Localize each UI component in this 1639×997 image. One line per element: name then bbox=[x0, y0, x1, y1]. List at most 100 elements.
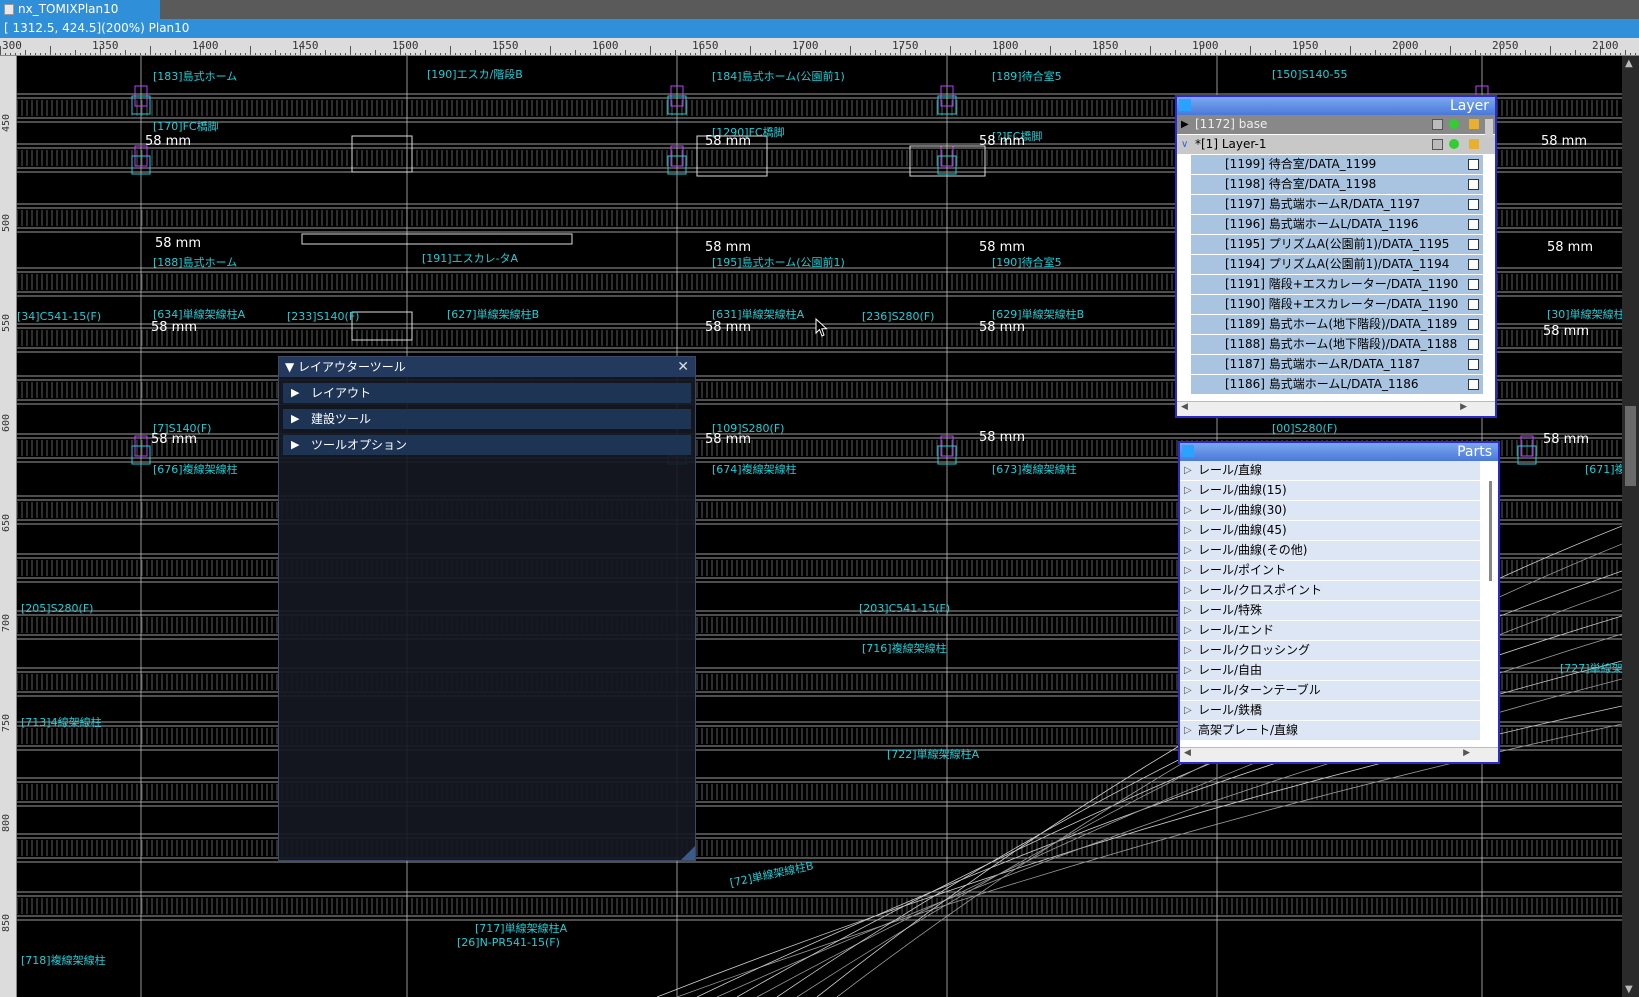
expand-arrow-icon[interactable]: ▷ bbox=[1184, 481, 1192, 500]
visibility-checkbox[interactable] bbox=[1468, 219, 1479, 230]
expand-arrow-icon[interactable]: ▶ bbox=[1181, 115, 1189, 134]
layer-item-row[interactable]: [1194] プリズムA(公園前1)/DATA_1194 bbox=[1191, 255, 1483, 275]
visibility-checkbox[interactable] bbox=[1468, 359, 1479, 370]
vertical-scrollbar[interactable]: ▲ ▼ bbox=[1622, 56, 1639, 997]
canvas-label: [716]複線架線柱 bbox=[862, 642, 947, 655]
parts-category-row[interactable]: ▷ レール/ポイント bbox=[1180, 561, 1480, 581]
parts-category-label: レール/クロスポイント bbox=[1198, 583, 1323, 597]
visibility-toggle-icon[interactable] bbox=[1432, 119, 1443, 130]
parts-category-row[interactable]: ▷ レール/クロッシング bbox=[1180, 641, 1480, 661]
visibility-checkbox[interactable] bbox=[1468, 279, 1479, 290]
parts-category-row[interactable]: ▷ 高架プレート/直線 bbox=[1180, 721, 1480, 741]
expand-arrow-icon[interactable]: ▷ bbox=[1184, 701, 1192, 720]
document-tab[interactable]: nx_TOMIXPlan10 bbox=[0, 0, 160, 19]
parts-category-row[interactable]: ▷ レール/ターンテーブル bbox=[1180, 681, 1480, 701]
ruler-label: 2050 bbox=[1492, 39, 1519, 52]
section-tool-options[interactable]: ▶ ツールオプション bbox=[283, 435, 691, 455]
scroll-down-icon[interactable]: ▼ bbox=[1625, 984, 1633, 995]
parts-category-row[interactable]: ▷ レール/クロスポイント bbox=[1180, 581, 1480, 601]
expand-arrow-icon[interactable]: ▷ bbox=[1184, 501, 1192, 520]
visibility-checkbox[interactable] bbox=[1468, 179, 1479, 190]
layer-row-layer1[interactable]: ∨ *[1] Layer-1 bbox=[1177, 135, 1495, 155]
parts-category-row[interactable]: ▷ レール/鉄橋 bbox=[1180, 701, 1480, 721]
ruler-label: 750 bbox=[1, 713, 12, 732]
layer-item-row[interactable]: [1191] 階段+エスカレーター/DATA_1190 bbox=[1191, 275, 1483, 295]
visibility-checkbox[interactable] bbox=[1468, 319, 1479, 330]
layer-item-row[interactable]: [1195] プリズムA(公園前1)/DATA_1195 bbox=[1191, 235, 1483, 255]
parts-panel-header[interactable]: Parts bbox=[1180, 443, 1498, 461]
section-construction-tools[interactable]: ▶ 建設ツール bbox=[283, 409, 691, 429]
layer-item-row[interactable]: [1196] 島式端ホームL/DATA_1196 bbox=[1191, 215, 1483, 235]
expand-arrow-icon[interactable]: ▷ bbox=[1184, 721, 1192, 740]
scroll-right-icon[interactable]: ▶ bbox=[1463, 748, 1470, 758]
parts-category-row[interactable]: ▷ レール/直線 bbox=[1180, 461, 1480, 481]
layer-item-row[interactable]: [1199] 待合室/DATA_1199 bbox=[1191, 155, 1483, 175]
layer-item-row[interactable]: [1198] 待合室/DATA_1198 bbox=[1191, 175, 1483, 195]
parts-category-row[interactable]: ▷ レール/特殊 bbox=[1180, 601, 1480, 621]
expand-arrow-icon[interactable]: ▷ bbox=[1184, 461, 1192, 480]
active-dot-icon[interactable] bbox=[1449, 119, 1459, 129]
close-icon[interactable]: ✕ bbox=[677, 357, 689, 377]
ruler-label: 1950 bbox=[1292, 39, 1319, 52]
visibility-checkbox[interactable] bbox=[1468, 259, 1479, 270]
layer-item-row[interactable]: [1189] 島式ホーム(地下階段)/DATA_1189 bbox=[1191, 315, 1483, 335]
lock-icon[interactable] bbox=[1469, 139, 1479, 149]
scroll-thumb[interactable] bbox=[1625, 406, 1636, 486]
expand-arrow-icon[interactable]: ▷ bbox=[1184, 581, 1192, 600]
visibility-checkbox[interactable] bbox=[1468, 199, 1479, 210]
parts-category-row[interactable]: ▷ レール/エンド bbox=[1180, 621, 1480, 641]
resize-grip-icon[interactable] bbox=[681, 846, 695, 860]
layer-vscroll-thumb[interactable] bbox=[1485, 119, 1493, 137]
layer-item-row[interactable]: [1197] 島式端ホームR/DATA_1197 bbox=[1191, 195, 1483, 215]
scroll-left-icon[interactable]: ◀ bbox=[1184, 748, 1191, 758]
visibility-checkbox[interactable] bbox=[1468, 379, 1479, 390]
expand-arrow-icon[interactable]: ▷ bbox=[1184, 601, 1192, 620]
parts-category-row[interactable]: ▷ レール/曲線(15) bbox=[1180, 481, 1480, 501]
expand-arrow-icon[interactable]: ▷ bbox=[1184, 681, 1192, 700]
section-layout[interactable]: ▶ レイアウト bbox=[283, 383, 691, 403]
visibility-toggle-icon[interactable] bbox=[1432, 139, 1443, 150]
parts-vscroll-thumb[interactable] bbox=[1489, 481, 1492, 581]
collapse-arrow-icon[interactable]: ∨ bbox=[1181, 135, 1188, 154]
panel-menu-icon[interactable] bbox=[1182, 445, 1194, 457]
layer-label: *[1] Layer-1 bbox=[1195, 137, 1267, 151]
dimension-label: 58 mm bbox=[1543, 324, 1590, 339]
expand-arrow-icon[interactable]: ▷ bbox=[1184, 521, 1192, 540]
visibility-checkbox[interactable] bbox=[1468, 239, 1479, 250]
lock-icon[interactable] bbox=[1469, 119, 1479, 129]
collapse-triangle-icon[interactable]: ▼ bbox=[285, 360, 298, 374]
visibility-checkbox[interactable] bbox=[1468, 159, 1479, 170]
layer-item-row[interactable]: [1188] 島式ホーム(地下階段)/DATA_1188 bbox=[1191, 335, 1483, 355]
scroll-left-icon[interactable]: ◀ bbox=[1181, 402, 1188, 412]
layer-panel-title: Layer bbox=[1449, 98, 1489, 114]
canvas-label: [727]単線架 bbox=[1560, 662, 1622, 675]
section-label: ツールオプション bbox=[311, 438, 408, 452]
parts-category-row[interactable]: ▷ レール/曲線(45) bbox=[1180, 521, 1480, 541]
expand-arrow-icon[interactable]: ▷ bbox=[1184, 641, 1192, 660]
parts-category-row[interactable]: ▷ レール/曲線(30) bbox=[1180, 501, 1480, 521]
layer-panel-header[interactable]: Layer bbox=[1177, 97, 1495, 115]
parts-hscrollbar[interactable]: ◀ ▶ bbox=[1180, 747, 1498, 762]
expand-arrow-icon[interactable]: ▷ bbox=[1184, 561, 1192, 580]
layer-item-row[interactable]: [1187] 島式端ホームR/DATA_1187 bbox=[1191, 355, 1483, 375]
expand-arrow-icon[interactable]: ▷ bbox=[1184, 661, 1192, 680]
visibility-checkbox[interactable] bbox=[1468, 339, 1479, 350]
layer-hscrollbar[interactable]: ◀ ▶ bbox=[1177, 401, 1495, 416]
expand-arrow-icon[interactable]: ▷ bbox=[1184, 621, 1192, 640]
parts-category-row[interactable]: ▷ レール/曲線(その他) bbox=[1180, 541, 1480, 561]
scroll-up-icon[interactable]: ▲ bbox=[1625, 58, 1633, 69]
scroll-right-icon[interactable]: ▶ bbox=[1460, 402, 1467, 412]
expand-arrow-icon[interactable]: ▷ bbox=[1184, 541, 1192, 560]
document-icon bbox=[4, 4, 14, 15]
panel-menu-icon[interactable] bbox=[1179, 99, 1191, 111]
parts-category-label: レール/鉄橋 bbox=[1198, 703, 1263, 717]
parts-category-row[interactable]: ▷ レール/自由 bbox=[1180, 661, 1480, 681]
canvas-label: [190]エスカ/階段B bbox=[427, 68, 523, 81]
visibility-checkbox[interactable] bbox=[1468, 299, 1479, 310]
layer-item-row[interactable]: [1190] 階段+エスカレーター/DATA_1190 bbox=[1191, 295, 1483, 315]
tool-panel-header[interactable]: ▼ レイアウターツール ✕ bbox=[279, 357, 695, 377]
parts-category-label: 高架プレート/直線 bbox=[1198, 723, 1299, 737]
layer-row-base[interactable]: ▶ [1172] base bbox=[1177, 115, 1495, 135]
layer-item-row[interactable]: [1186] 島式端ホームL/DATA_1186 bbox=[1191, 375, 1483, 395]
active-dot-icon[interactable] bbox=[1449, 139, 1459, 149]
